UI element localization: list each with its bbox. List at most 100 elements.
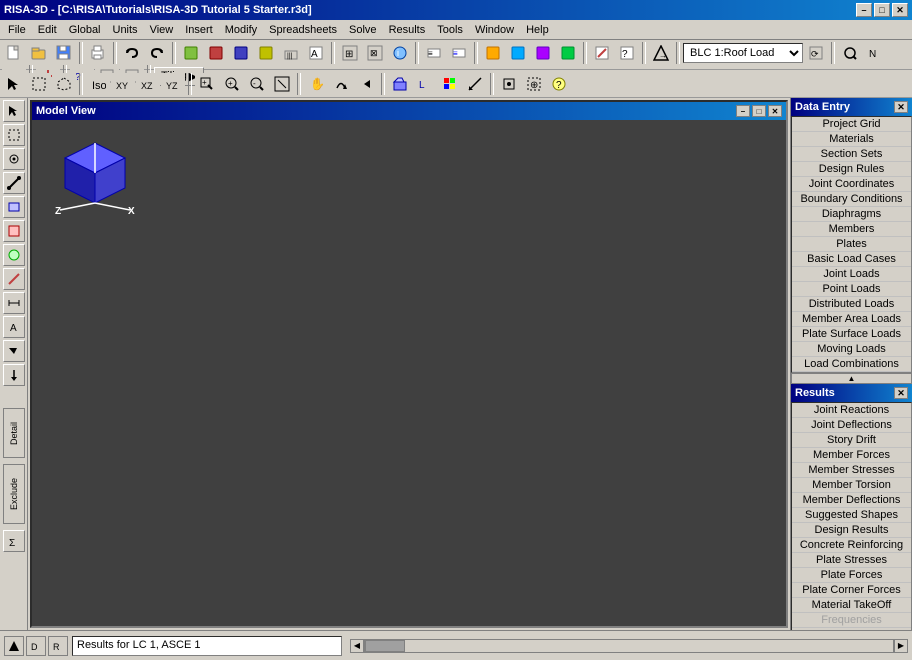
data-entry-item[interactable]: Point Loads [792,282,911,297]
data-entry-item[interactable]: Plate Surface Loads [792,327,911,342]
results-item[interactable]: Member Torsion [792,478,911,493]
polygon-select-btn[interactable] [52,73,76,95]
left-btn-circle[interactable] [3,244,25,266]
data-entry-item[interactable]: Basic Load Cases [792,252,911,267]
zoom-all-btn[interactable] [270,73,294,95]
toolbar-btn-r[interactable]: → [649,42,673,64]
model-view-close[interactable]: ✕ [768,105,782,117]
select-btn[interactable] [2,73,26,95]
toolbar-btn-u[interactable]: N [863,42,887,64]
data-entry-item[interactable]: Moving Loads [792,342,911,357]
toolbar-btn-s[interactable]: ⟳ [804,42,828,64]
toolbar-btn-n[interactable] [531,42,555,64]
model-view-minimize[interactable]: – [736,105,750,117]
results-item[interactable]: Story Drift [792,433,911,448]
toolbar-btn-e[interactable]: ||| [279,42,303,64]
results-item[interactable]: Suggested Shapes [792,508,911,523]
model-view-content[interactable]: Z X [32,120,786,626]
undo-button[interactable] [120,42,144,64]
toolbar-btn-j[interactable]: ≡ [422,42,446,64]
toolbar-btn-a[interactable] [179,42,203,64]
toolbar-btn-b[interactable] [204,42,228,64]
modify2-btn[interactable] [497,73,521,95]
panel-scroll-btn[interactable]: ▲ [791,373,912,384]
toolbar-btn-o[interactable] [556,42,580,64]
results-item[interactable]: Member Deflections [792,493,911,508]
data-entry-item[interactable]: Project Grid [792,117,911,132]
data-entry-item[interactable]: Joint Loads [792,267,911,282]
status-icon-1[interactable] [4,636,24,656]
left-btn-box2[interactable] [3,220,25,242]
toolbar-btn-t[interactable] [838,42,862,64]
toolbar-btn-k[interactable]: ≡ [447,42,471,64]
toolbar-btn-g[interactable]: ⊞ [338,42,362,64]
menu-tools[interactable]: Tools [431,22,469,38]
results-item[interactable]: Concrete Reinforcing [792,538,911,553]
menu-edit[interactable]: Edit [32,22,63,38]
menu-file[interactable]: File [2,22,32,38]
color-btn[interactable] [438,73,462,95]
menu-modify[interactable]: Modify [219,22,263,38]
new-button[interactable] [2,42,26,64]
menu-global[interactable]: Global [63,22,107,38]
hscroll-right[interactable]: ▶ [894,639,908,653]
results-item[interactable]: Plate Forces [792,568,911,583]
toolbar-btn-h[interactable]: ⊠ [363,42,387,64]
results-close[interactable]: ✕ [894,387,908,399]
toolbar-btn-m[interactable] [506,42,530,64]
results-item[interactable]: Design Results [792,523,911,538]
menu-window[interactable]: Window [469,22,520,38]
toolbar-btn-i[interactable]: i [388,42,412,64]
toolbar-btn-l[interactable] [481,42,505,64]
zoom-in-btn[interactable]: + [220,73,244,95]
results-item[interactable]: Plate Stresses [792,553,911,568]
menu-insert[interactable]: Insert [179,22,219,38]
left-btn-line[interactable] [3,268,25,290]
data-entry-item[interactable]: Members [792,222,911,237]
left-btn-plate[interactable] [3,196,25,218]
model-view-maximize[interactable]: □ [752,105,766,117]
help2-btn[interactable]: ? [547,73,571,95]
left-btn-node[interactable] [3,148,25,170]
toolbar2-btn-b[interactable]: XY [111,73,135,95]
toolbar2-btn-c[interactable]: XZ [136,73,160,95]
data-entry-item[interactable]: Plates [792,237,911,252]
redo-button[interactable] [145,42,169,64]
draw-btn[interactable] [463,73,487,95]
load-case-dropdown[interactable]: BLC 1:Roof Load [683,43,803,63]
box-select-btn[interactable] [27,73,51,95]
left-btn-arrow[interactable] [3,340,25,362]
menu-solve[interactable]: Solve [343,22,383,38]
toolbar-btn-f[interactable]: A [304,42,328,64]
pan-btn[interactable]: ✋ [304,73,328,95]
left-btn-text[interactable]: A [3,316,25,338]
detail-label[interactable]: Detail [3,408,25,458]
hscroll-thumb[interactable] [365,640,405,652]
results-item[interactable]: Frequencies [792,613,911,628]
data-entry-item[interactable]: Design Rules [792,162,911,177]
data-entry-item[interactable]: Section Sets [792,147,911,162]
toolbar2-btn-a[interactable]: Iso [86,73,110,95]
left-btn-box[interactable] [3,124,25,146]
close-button[interactable]: ✕ [892,3,908,17]
maximize-button[interactable]: □ [874,3,890,17]
menu-view[interactable]: View [144,22,180,38]
menu-help[interactable]: Help [520,22,555,38]
zoom-prev-btn[interactable] [354,73,378,95]
zoom-window-btn[interactable]: + [195,73,219,95]
render-btn[interactable] [388,73,412,95]
data-entry-item[interactable]: Load Combinations [792,357,911,372]
left-btn-select[interactable] [3,100,25,122]
left-btn-member[interactable] [3,172,25,194]
left-btn-sigma[interactable]: Σ [3,530,25,552]
status-icon-3[interactable]: R [48,636,68,656]
explode-btn[interactable]: ⊕ [522,73,546,95]
rotate-btn[interactable] [329,73,353,95]
data-entry-item[interactable]: Boundary Conditions [792,192,911,207]
results-item[interactable]: Member Stresses [792,463,911,478]
menu-spreadsheets[interactable]: Spreadsheets [263,22,343,38]
save-button[interactable] [52,42,76,64]
results-item[interactable]: Joint Reactions [792,403,911,418]
zoom-out-btn[interactable]: - [245,73,269,95]
hscroll-track[interactable] [364,639,894,653]
